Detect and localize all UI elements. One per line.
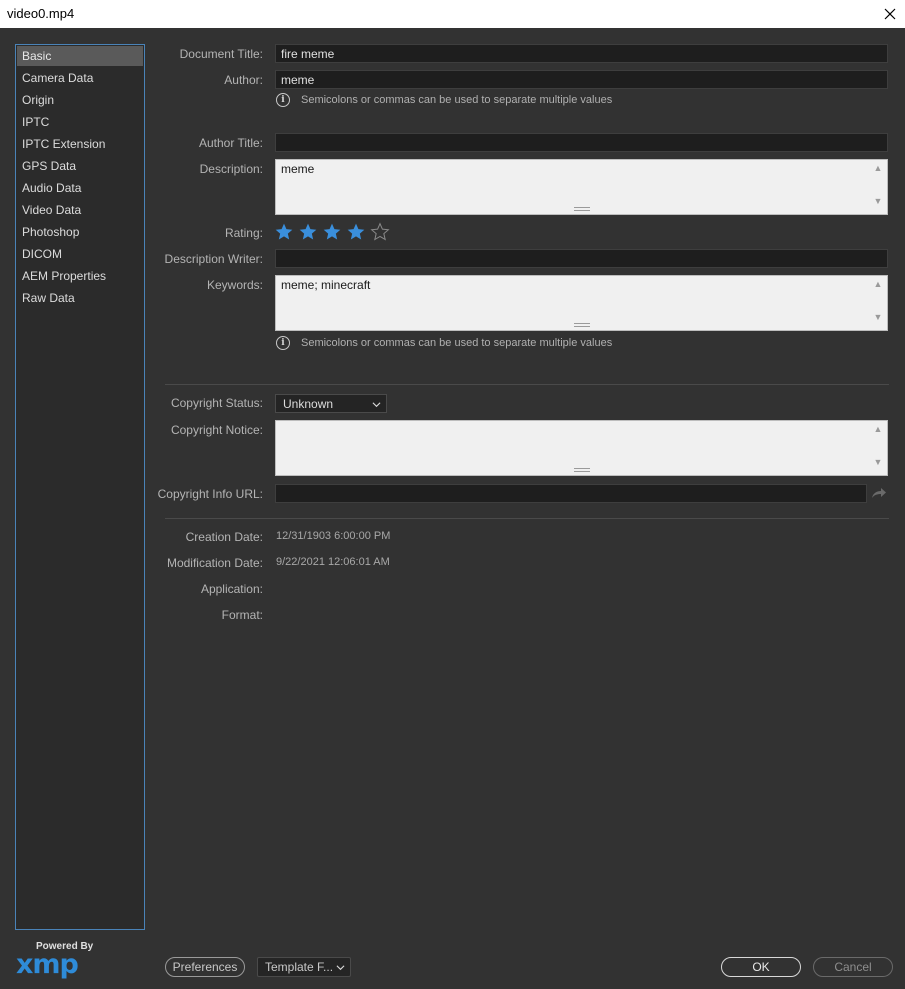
template-folder-label: Template F...: [265, 960, 334, 974]
star-4-icon[interactable]: [346, 222, 366, 242]
copyright-status-label: Copyright Status:: [170, 396, 263, 410]
document-title-label: Document Title:: [179, 47, 263, 61]
info-icon: i: [276, 93, 290, 107]
resize-grip-icon[interactable]: [573, 468, 590, 472]
description-label: Description:: [199, 162, 263, 176]
scroll-up-icon[interactable]: ▲: [873, 279, 883, 289]
scroll-down-icon[interactable]: ▼: [873, 312, 883, 322]
scroll-up-icon[interactable]: ▲: [873, 163, 883, 173]
rating-stars[interactable]: [274, 222, 390, 242]
chevron-down-icon: [372, 402, 381, 408]
preferences-button[interactable]: Preferences: [165, 957, 245, 977]
sidebar-item-video-data[interactable]: Video Data: [16, 199, 144, 221]
window-title: video0.mp4: [7, 6, 75, 21]
author-title-label: Author Title:: [198, 136, 263, 150]
description-writer-field[interactable]: [275, 249, 888, 268]
keywords-label: Keywords:: [206, 278, 263, 292]
keywords-hint: i Semicolons or commas can be used to se…: [276, 335, 612, 351]
star-5-icon[interactable]: [370, 222, 390, 242]
keywords-hint-text: Semicolons or commas can be used to sepa…: [301, 337, 613, 349]
author-hint-text: Semicolons or commas can be used to sepa…: [301, 94, 613, 106]
creation-date-label: Creation Date:: [185, 530, 263, 544]
description-textarea[interactable]: meme ▲ ▼: [275, 159, 888, 215]
modification-date-value: 9/22/2021 12:06:01 AM: [276, 556, 390, 568]
rating-label: Rating:: [224, 226, 263, 240]
document-title-field[interactable]: fire meme: [275, 44, 888, 63]
resize-grip-icon[interactable]: [573, 323, 590, 327]
description-writer-label: Description Writer:: [164, 252, 263, 266]
sidebar-item-audio-data[interactable]: Audio Data: [16, 177, 144, 199]
sidebar-item-iptc[interactable]: IPTC: [16, 111, 144, 133]
star-1-icon[interactable]: [274, 222, 294, 242]
modification-date-label: Modification Date:: [166, 556, 263, 570]
ok-button[interactable]: OK: [721, 957, 801, 977]
scroll-down-icon[interactable]: ▼: [873, 196, 883, 206]
star-3-icon[interactable]: [322, 222, 342, 242]
scroll-up-icon[interactable]: ▲: [873, 424, 883, 434]
keywords-textarea[interactable]: meme; minecraft ▲ ▼: [275, 275, 888, 331]
creation-date-value: 12/31/1903 6:00:00 PM: [276, 530, 391, 542]
section-divider: [165, 518, 889, 519]
copyright-status-value: Unknown: [283, 397, 334, 411]
title-bar: video0.mp4: [0, 0, 905, 28]
xmp-wordmark: xmp: [16, 949, 79, 980]
application-label: Application:: [200, 582, 263, 596]
scroll-down-icon[interactable]: ▼: [873, 457, 883, 467]
resize-grip-icon[interactable]: [573, 207, 590, 211]
xmp-logo: Powered By xmp: [16, 940, 93, 980]
copyright-url-field[interactable]: [275, 484, 867, 503]
author-field[interactable]: meme: [275, 70, 888, 89]
copyright-status-dropdown[interactable]: Unknown: [275, 394, 387, 413]
copyright-notice-label: Copyright Notice:: [170, 423, 263, 437]
copyright-url-label: Copyright Info URL:: [157, 487, 263, 501]
format-label: Format:: [221, 608, 263, 622]
close-button[interactable]: [875, 0, 905, 28]
chevron-down-icon: [336, 965, 345, 971]
copyright-notice-textarea[interactable]: ▲ ▼: [275, 420, 888, 476]
author-label: Author:: [224, 73, 263, 87]
cancel-button[interactable]: Cancel: [813, 957, 893, 977]
template-folder-dropdown[interactable]: Template F...: [257, 957, 351, 977]
sidebar-item-origin[interactable]: Origin: [16, 89, 144, 111]
close-icon: [884, 8, 896, 20]
description-text: meme: [281, 162, 315, 176]
go-to-url-icon[interactable]: [871, 486, 887, 500]
author-hint: i Semicolons or commas can be used to se…: [276, 92, 612, 108]
author-title-field[interactable]: [275, 133, 888, 152]
star-2-icon[interactable]: [298, 222, 318, 242]
keywords-text: meme; minecraft: [281, 278, 371, 292]
section-divider: [165, 384, 889, 385]
info-icon: i: [276, 336, 290, 350]
